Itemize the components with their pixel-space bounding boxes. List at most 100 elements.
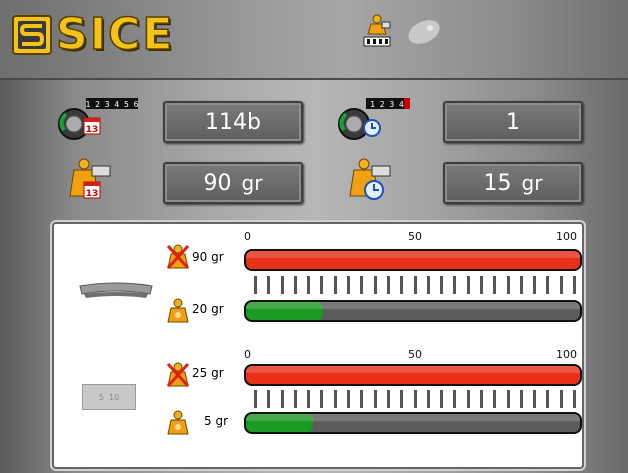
consumption-bar bbox=[244, 412, 582, 434]
svg-text:13: 13 bbox=[86, 189, 99, 199]
tick-mark bbox=[360, 390, 364, 408]
bar-label: 5 gr bbox=[204, 414, 228, 428]
adhesive-weight-icon: 5 10 bbox=[82, 384, 136, 410]
svg-text:13: 13 bbox=[86, 125, 99, 135]
total-spins-display: 114b bbox=[163, 101, 303, 143]
tick-mark bbox=[307, 390, 311, 408]
total-spins-value: 114b bbox=[205, 109, 261, 135]
bar-label: 90 gr bbox=[192, 250, 224, 264]
tick-mark bbox=[506, 276, 510, 294]
tick-mark bbox=[333, 390, 337, 408]
scale-mid-label-1: 50 bbox=[408, 230, 422, 243]
tick-mark bbox=[400, 276, 404, 294]
total-weight-unit: gr bbox=[241, 171, 263, 195]
tick-mark bbox=[254, 390, 257, 408]
consumption-bar bbox=[244, 249, 582, 271]
brand-logo: SICE bbox=[12, 9, 175, 60]
tick-mark bbox=[506, 390, 510, 408]
tick-mark bbox=[426, 390, 430, 408]
mouse-icon[interactable] bbox=[404, 18, 444, 46]
weight-calendar-icon: 13 bbox=[64, 158, 114, 206]
scale-max-label-1: 100 bbox=[556, 230, 577, 243]
scale-max-label-2: 100 bbox=[556, 348, 577, 361]
weight-crossed-icon bbox=[166, 244, 190, 274]
tick-mark bbox=[267, 276, 271, 294]
consumption-bar bbox=[244, 364, 582, 386]
wheel-clock-counter-icon: 1 2 3 4 bbox=[334, 96, 420, 144]
tick-mark bbox=[440, 390, 444, 408]
tick-mark bbox=[546, 390, 550, 408]
bar-label: 25 gr bbox=[192, 366, 224, 380]
tick-mark bbox=[320, 276, 324, 294]
total-weight-value: 90 bbox=[203, 170, 232, 196]
svg-text:1 2 3 4: 1 2 3 4 bbox=[370, 100, 404, 109]
consumption-panel: 0 50 100 90 gr 20 gr 5 10 0 50 100 25 gr… bbox=[52, 222, 584, 469]
tick-mark bbox=[280, 390, 284, 408]
tick-scale bbox=[254, 390, 576, 410]
bar-gloss bbox=[246, 251, 580, 259]
adhesive-weight-label: 5 10 bbox=[82, 384, 136, 410]
scale-min-label-1: 0 bbox=[244, 230, 251, 243]
weight-icon bbox=[166, 298, 190, 328]
tick-mark bbox=[573, 276, 576, 294]
tick-mark bbox=[453, 276, 457, 294]
tick-mark bbox=[293, 276, 297, 294]
wheel-calendar-counter-icon: 13 1 2 3 4 5 6 bbox=[54, 96, 140, 144]
weight-clock-icon bbox=[344, 158, 394, 206]
tick-mark bbox=[360, 276, 364, 294]
bar-label: 20 gr bbox=[192, 302, 224, 316]
svg-text:1 2 3 4 5 6: 1 2 3 4 5 6 bbox=[86, 100, 139, 109]
recent-weight-unit: gr bbox=[521, 171, 543, 195]
weights-icon[interactable] bbox=[362, 14, 392, 48]
tick-mark bbox=[546, 276, 550, 294]
brand-name: SICE bbox=[55, 9, 175, 60]
tick-mark bbox=[347, 390, 351, 408]
tick-mark bbox=[479, 390, 483, 408]
tick-mark bbox=[373, 390, 377, 408]
clip-on-weight-icon bbox=[76, 278, 156, 308]
tick-mark bbox=[426, 276, 430, 294]
recent-spins-display: 1 bbox=[443, 101, 583, 143]
tick-mark bbox=[373, 276, 377, 294]
tick-mark bbox=[413, 276, 417, 294]
scale-min-label-2: 0 bbox=[244, 348, 251, 361]
tick-mark bbox=[400, 390, 404, 408]
tick-mark bbox=[333, 276, 337, 294]
tick-mark bbox=[466, 390, 470, 408]
tick-mark bbox=[493, 390, 497, 408]
tick-mark bbox=[254, 276, 257, 294]
tick-mark bbox=[280, 276, 284, 294]
tick-mark bbox=[519, 390, 523, 408]
scale-mid-label-2: 50 bbox=[408, 348, 422, 361]
tick-mark bbox=[440, 276, 444, 294]
total-weight-display: 90 gr bbox=[163, 162, 303, 204]
tick-mark bbox=[347, 276, 351, 294]
bar-gloss bbox=[246, 302, 580, 310]
tick-mark bbox=[559, 390, 563, 408]
tick-mark bbox=[493, 276, 497, 294]
tick-mark bbox=[386, 390, 390, 408]
bar-gloss bbox=[246, 366, 580, 374]
recent-weight-display: 15 gr bbox=[443, 162, 583, 204]
screen: SICE 13 1 2 3 4 5 6 114b 1 2 3 4 1 13 90… bbox=[0, 0, 628, 473]
tick-mark bbox=[320, 390, 324, 408]
bar-gloss bbox=[246, 414, 580, 422]
tick-mark bbox=[533, 390, 537, 408]
recent-weight-value: 15 bbox=[483, 170, 512, 196]
tick-mark bbox=[519, 276, 523, 294]
tick-mark bbox=[559, 276, 563, 294]
tick-mark bbox=[386, 276, 390, 294]
tick-scale bbox=[254, 276, 576, 296]
weight-crossed-icon bbox=[166, 362, 190, 392]
sice-logo-icon bbox=[12, 15, 52, 55]
tick-mark bbox=[573, 390, 576, 408]
header-bar: SICE bbox=[0, 0, 628, 80]
tick-mark bbox=[293, 390, 297, 408]
weight-icon bbox=[166, 410, 190, 440]
consumption-bar bbox=[244, 300, 582, 322]
tick-mark bbox=[453, 390, 457, 408]
tick-mark bbox=[466, 276, 470, 294]
tick-mark bbox=[413, 390, 417, 408]
tick-mark bbox=[307, 276, 311, 294]
recent-spins-value: 1 bbox=[506, 109, 520, 135]
